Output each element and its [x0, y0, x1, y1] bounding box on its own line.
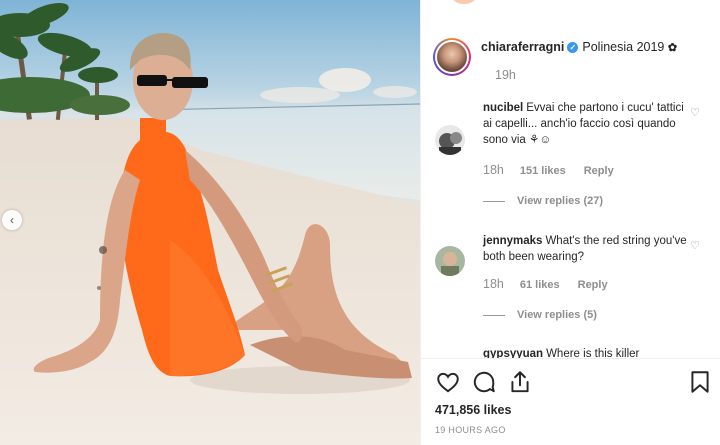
post-photo[interactable]: ‹	[0, 0, 420, 445]
post-time: 19h	[495, 68, 516, 82]
post-likes-count[interactable]: 471,856 likes	[435, 403, 511, 417]
comment-meta: 18h 61 likes Reply	[483, 277, 626, 291]
reply-button[interactable]: Reply	[578, 279, 608, 291]
commenter-avatar[interactable]	[435, 246, 465, 276]
comment-username[interactable]: nucibel	[483, 102, 523, 114]
comment-username[interactable]: jennymaks	[483, 235, 542, 247]
beach-scene	[0, 2, 420, 445]
commenter-avatar[interactable]	[435, 125, 465, 155]
story-ring-fragment	[449, 0, 479, 4]
comment-text: jennymaks What's the red string you've bo…	[483, 233, 691, 265]
author-username[interactable]: chiaraferragni	[481, 40, 564, 54]
reply-button[interactable]: Reply	[584, 165, 614, 177]
post-timestamp[interactable]: 19 HOURS AGO	[435, 425, 506, 435]
comment-meta: 18h 151 likes Reply	[483, 163, 632, 177]
flower-icon: ✿	[667, 42, 678, 54]
comment-text: nucibel Evvai che partono i cucu' tattici…	[483, 100, 691, 148]
comment-icon[interactable]	[471, 369, 497, 395]
post-actions: 471,856 likes 19 HOURS AGO	[421, 358, 720, 445]
chevron-left-icon: ‹	[10, 213, 14, 227]
comment-age: 18h	[483, 277, 504, 291]
heart-icon[interactable]	[435, 369, 461, 395]
post-location[interactable]: Polinesia 2019	[582, 40, 664, 54]
comment-age: 18h	[483, 163, 504, 177]
comment-like-icon[interactable]: ♡	[690, 239, 700, 252]
post-header: chiaraferragni ✓ Polinesia 2019 ✿ 19h	[433, 38, 710, 82]
comment-likes[interactable]: 61 likes	[520, 279, 560, 291]
comment-like-icon[interactable]: ♡	[690, 106, 700, 119]
comment-likes[interactable]: 151 likes	[520, 165, 566, 177]
post-side-panel: chiaraferragni ✓ Polinesia 2019 ✿ 19h nuci…	[420, 0, 720, 445]
previous-photo-button[interactable]: ‹	[2, 210, 22, 230]
view-replies-button[interactable]: View replies (27)	[483, 195, 603, 207]
verified-badge-icon: ✓	[567, 42, 579, 53]
share-icon[interactable]	[507, 369, 533, 395]
author-avatar[interactable]	[433, 38, 471, 76]
view-replies-button[interactable]: View replies (5)	[483, 309, 597, 321]
bookmark-icon[interactable]	[687, 369, 713, 395]
